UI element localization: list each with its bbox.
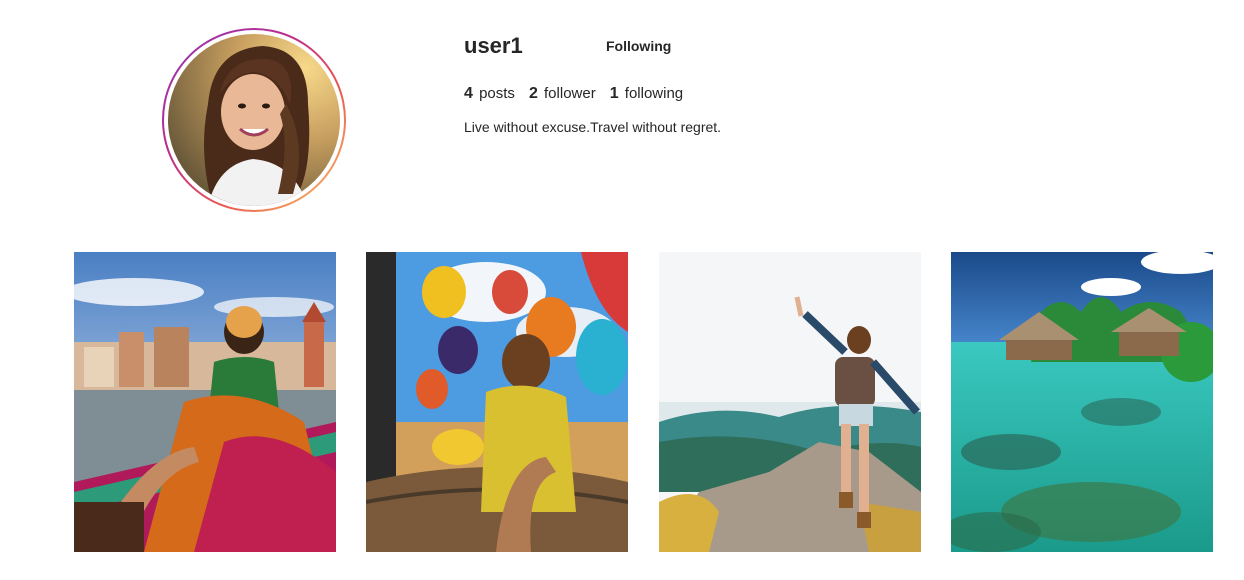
- followers-stat[interactable]: 2 follower: [529, 85, 596, 103]
- following-button[interactable]: Following: [596, 36, 681, 56]
- profile-page: user1 Following 4 posts 2 follower 1 fol…: [0, 0, 1244, 580]
- posts-count: 4: [464, 85, 473, 102]
- followers-count: 2: [528, 85, 538, 102]
- following-label: following: [624, 85, 684, 102]
- post-thumbnail-4[interactable]: [951, 252, 1213, 552]
- posts-stat: 4 posts: [464, 85, 515, 103]
- profile-username: user1: [464, 33, 523, 58]
- avatar-ring[interactable]: [162, 28, 346, 212]
- posts-label: posts: [479, 85, 515, 102]
- profile-stats: 4 posts 2 follower 1 following: [464, 85, 683, 103]
- avatar-border: [164, 30, 344, 210]
- following-count: 1: [609, 85, 619, 102]
- post-thumbnail-2[interactable]: [366, 252, 628, 552]
- followers-label: follower: [544, 85, 596, 102]
- post-thumbnail-3[interactable]: [659, 252, 921, 552]
- profile-bio: Live without excuse.Travel without regre…: [464, 119, 722, 135]
- avatar: [168, 34, 340, 206]
- post-thumbnail-1[interactable]: [74, 252, 336, 552]
- following-stat[interactable]: 1 following: [610, 85, 683, 103]
